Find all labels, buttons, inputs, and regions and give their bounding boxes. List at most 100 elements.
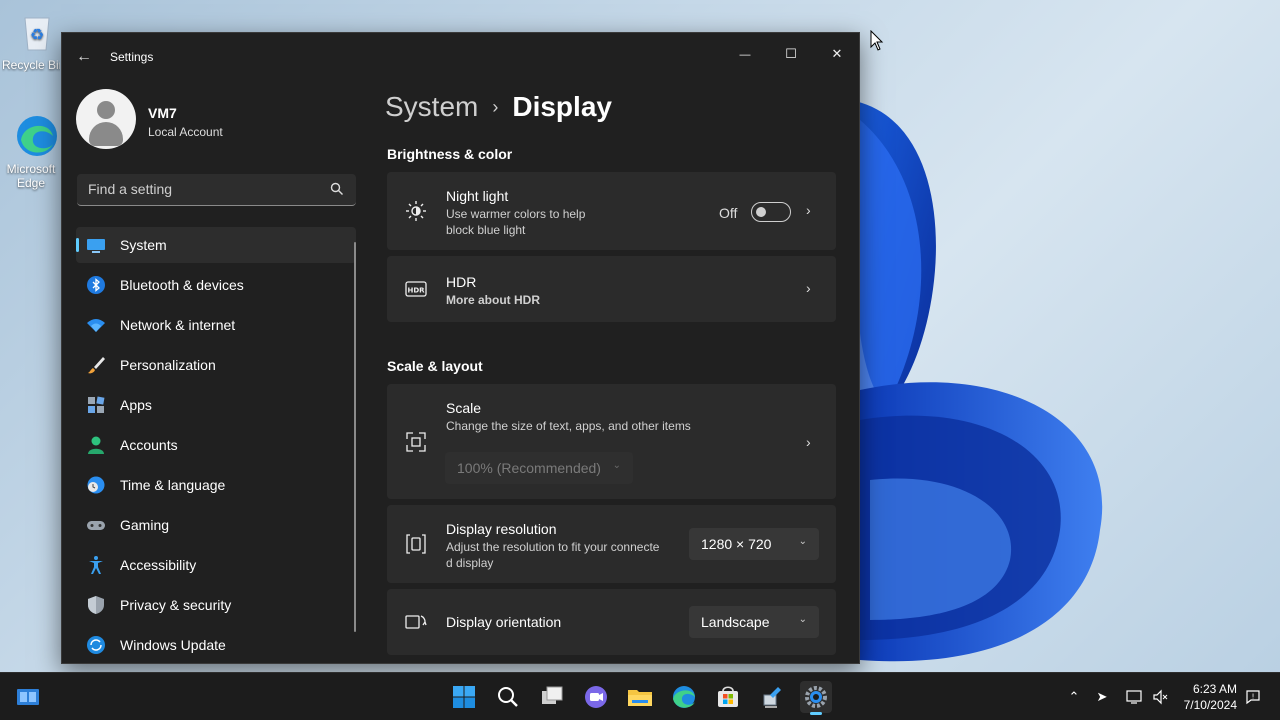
- gamepad-icon: [86, 515, 106, 535]
- nav-item-label: Accessibility: [120, 557, 197, 573]
- search-box[interactable]: [77, 174, 356, 206]
- nav-item-accessibility[interactable]: Accessibility: [76, 547, 356, 583]
- nav-item-label: Windows Update: [120, 637, 226, 653]
- nav-item-label: Network & internet: [120, 317, 236, 333]
- chevron-down-icon: ⌄: [798, 614, 807, 625]
- taskbar-search-button[interactable]: [492, 681, 524, 713]
- settings-button[interactable]: [800, 681, 832, 715]
- hdr-icon: HDR: [405, 281, 427, 297]
- clock-date: 7/10/2024: [1183, 698, 1237, 712]
- notification-icon[interactable]: !: [1245, 689, 1261, 705]
- recycle-bin-icon: ♻: [15, 10, 59, 54]
- svg-text:HDR: HDR: [407, 287, 425, 295]
- hdr-card[interactable]: HDR HDR More about HDR ›: [387, 256, 836, 322]
- maximize-icon: ☐: [785, 46, 797, 61]
- store-icon: [718, 686, 738, 707]
- chevron-right-icon[interactable]: ›: [806, 202, 818, 218]
- accounts-icon: [86, 435, 106, 455]
- close-button[interactable]: ✕: [814, 39, 860, 69]
- night-light-card[interactable]: Night light Use warmer colors to help bl…: [387, 172, 836, 250]
- page-title: Display: [512, 91, 612, 122]
- nav-item-accounts[interactable]: Accounts: [76, 427, 356, 463]
- network-tool-button[interactable]: [756, 681, 788, 713]
- back-arrow-icon: ←: [76, 48, 92, 65]
- nav-item-apps[interactable]: Apps: [76, 387, 356, 423]
- section-title-brightness: Brightness & color: [387, 146, 513, 162]
- breadcrumb: System › Display: [385, 91, 612, 123]
- orientation-icon: [405, 615, 427, 629]
- nav-scrollbar[interactable]: [354, 242, 356, 632]
- breadcrumb-parent[interactable]: System: [385, 91, 478, 123]
- taskbar: ⌃ ➤ !: [0, 672, 1280, 720]
- search-input[interactable]: [88, 181, 318, 197]
- night-light-icon: [406, 201, 426, 221]
- nav-item-privacy-security[interactable]: Privacy & security: [76, 587, 356, 623]
- back-button[interactable]: ←: [74, 47, 94, 67]
- resolution-title: Display resolution: [446, 521, 557, 537]
- orientation-value: Landscape: [701, 614, 770, 630]
- mouse-cursor-icon: [870, 30, 884, 51]
- resolution-dropdown[interactable]: 1280 × 720 ⌄: [689, 528, 819, 560]
- active-app-indicator: [810, 712, 822, 715]
- nav-item-time-language[interactable]: Time & language: [76, 467, 356, 503]
- scale-icon: [406, 432, 426, 452]
- file-explorer-button[interactable]: [624, 681, 656, 713]
- orientation-card[interactable]: Display orientation Landscape ⌄: [387, 589, 836, 655]
- desktop-icon-label: Microsoft Edge: [6, 162, 56, 190]
- title-bar[interactable]: ← Settings — ☐ ✕: [62, 33, 859, 81]
- location-icon[interactable]: ➤: [1094, 689, 1110, 705]
- night-light-toggle[interactable]: [751, 202, 791, 222]
- resolution-card[interactable]: Display resolution Adjust the resolution…: [387, 505, 836, 583]
- nav-item-label: System: [120, 237, 167, 253]
- user-account-type: Local Account: [148, 125, 223, 139]
- window-title: Settings: [110, 50, 154, 64]
- orientation-dropdown[interactable]: Landscape ⌄: [689, 606, 819, 638]
- network-tool-icon: [763, 687, 781, 708]
- scale-value: 100% (Recommended): [457, 460, 601, 476]
- settings-icon: [805, 686, 827, 708]
- chevron-right-icon[interactable]: ›: [806, 434, 818, 450]
- chevron-down-icon: ⌄: [612, 460, 621, 471]
- search-icon: [498, 687, 518, 707]
- nav-item-network[interactable]: Network & internet: [76, 307, 356, 343]
- chevron-right-icon[interactable]: ›: [806, 280, 818, 296]
- start-button[interactable]: [448, 681, 480, 713]
- edge-button[interactable]: [668, 681, 700, 713]
- nav-list: System Bluetooth & devices Network & int…: [76, 227, 356, 667]
- network-status-icon[interactable]: [1126, 689, 1142, 705]
- nav-item-label: Time & language: [120, 477, 226, 493]
- nav-item-windows-update[interactable]: Windows Update: [76, 627, 356, 663]
- close-icon: ✕: [831, 46, 843, 61]
- maximize-button[interactable]: ☐: [768, 39, 814, 69]
- resolution-subtitle-1: Adjust the resolution to fit your connec…: [446, 540, 660, 554]
- orientation-title: Display orientation: [446, 614, 562, 630]
- store-button[interactable]: [712, 681, 744, 713]
- clock-time: 6:23 AM: [1192, 682, 1237, 696]
- scale-card[interactable]: Scale Change the size of text, apps, and…: [387, 384, 836, 499]
- edge-icon: [15, 114, 59, 158]
- section-title-scale-layout: Scale & layout: [387, 358, 483, 374]
- avatar: [76, 89, 136, 149]
- show-desktop-button[interactable]: [12, 681, 44, 713]
- nav-item-label: Personalization: [120, 357, 216, 373]
- accessibility-icon: [86, 555, 106, 575]
- minimize-button[interactable]: —: [722, 39, 768, 69]
- taskbar-clock[interactable]: 6:23 AM 7/10/2024: [1183, 681, 1237, 713]
- nav-item-personalization[interactable]: Personalization: [76, 347, 356, 383]
- scale-dropdown[interactable]: 100% (Recommended) ⌄: [445, 452, 633, 484]
- chevron-up-icon[interactable]: ⌃: [1066, 689, 1082, 705]
- nav-item-gaming[interactable]: Gaming: [76, 507, 356, 543]
- svg-text:!: !: [1252, 693, 1255, 701]
- user-card[interactable]: VM7 Local Account: [76, 89, 356, 151]
- brush-icon: [86, 355, 106, 375]
- task-view-button[interactable]: [536, 681, 568, 713]
- nav-item-system[interactable]: System: [76, 227, 356, 263]
- file-explorer-icon: [628, 690, 652, 706]
- scale-subtitle: Change the size of text, apps, and other…: [446, 419, 691, 433]
- chat-button[interactable]: [580, 681, 612, 713]
- hdr-more-link[interactable]: More about HDR: [446, 292, 540, 308]
- volume-muted-icon[interactable]: [1152, 689, 1168, 705]
- nav-item-bluetooth[interactable]: Bluetooth & devices: [76, 267, 356, 303]
- hdr-title: HDR: [446, 274, 477, 290]
- desktop-icon-label: Recycle Bin: [2, 58, 60, 72]
